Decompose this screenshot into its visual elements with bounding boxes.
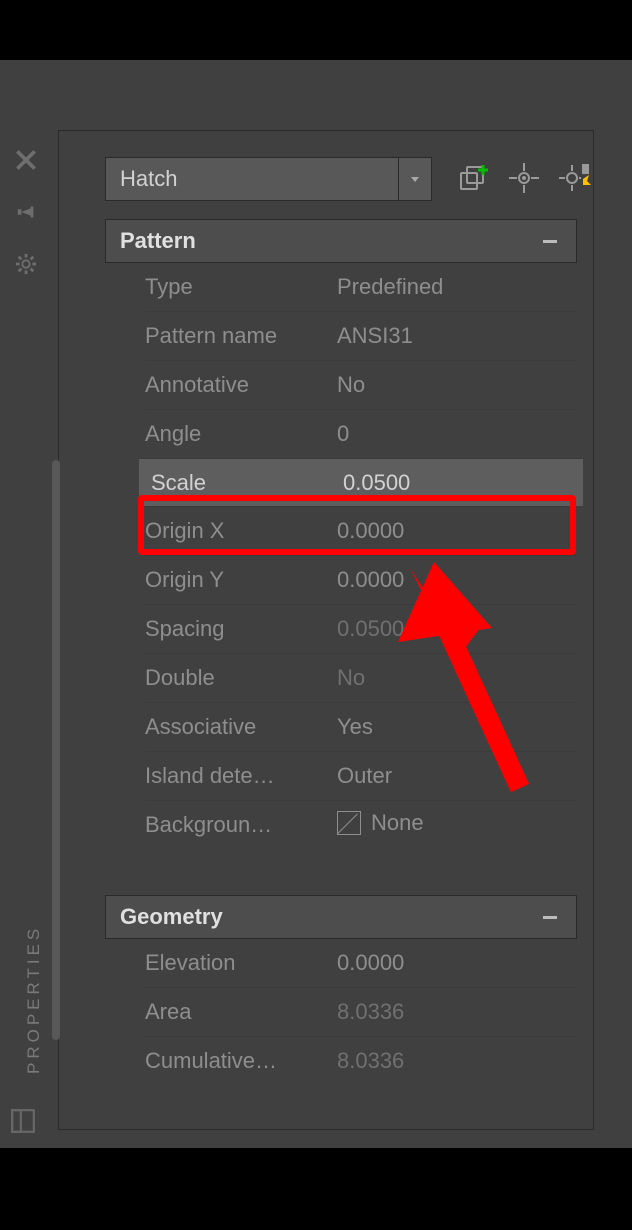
value-associative[interactable]: Yes (337, 714, 577, 740)
label-scale: Scale (145, 470, 343, 496)
row-associative[interactable]: Associative Yes (145, 702, 577, 751)
section-title-geometry: Geometry (120, 904, 223, 930)
properties-dock-icon[interactable] (10, 1108, 36, 1134)
panel-left-tools (12, 146, 44, 278)
value-spacing: 0.0500 (337, 616, 577, 642)
value-double: No (337, 665, 577, 691)
row-background-color[interactable]: Backgroun… None (145, 800, 577, 849)
label-cumulative-area: Cumulative… (145, 1048, 337, 1074)
value-island-detection[interactable]: Outer (337, 763, 577, 789)
background-color-text: None (371, 810, 424, 836)
quick-select-icon[interactable] (555, 159, 593, 197)
label-pattern-name: Pattern name (145, 323, 337, 349)
properties-panel: Hatch (58, 130, 594, 1130)
row-type[interactable]: Type Predefined (145, 263, 577, 311)
row-spacing[interactable]: Spacing 0.0500 (145, 604, 577, 653)
collapse-icon[interactable] (538, 905, 562, 929)
value-origin-y[interactable]: 0.0000 (337, 567, 577, 593)
row-double[interactable]: Double No (145, 653, 577, 702)
row-cumulative-area[interactable]: Cumulative… 8.0336 (145, 1036, 577, 1085)
row-pattern-name[interactable]: Pattern name ANSI31 (145, 311, 577, 360)
label-annotative: Annotative (145, 372, 337, 398)
section-title-pattern: Pattern (120, 228, 196, 254)
value-cumulative-area: 8.0336 (337, 1048, 577, 1074)
row-scale[interactable]: Scale 0.0500 (139, 458, 583, 506)
collapse-icon[interactable] (538, 229, 562, 253)
row-area[interactable]: Area 8.0336 (145, 987, 577, 1036)
dock-title-text: PROPERTIES (24, 925, 44, 1074)
settings-icon[interactable] (12, 250, 40, 278)
value-elevation[interactable]: 0.0000 (337, 950, 577, 976)
object-type-label: Hatch (120, 166, 177, 192)
properties-panel-background: Hatch (0, 60, 632, 1148)
value-annotative[interactable]: No (337, 372, 577, 398)
value-area: 8.0336 (337, 999, 577, 1025)
value-type[interactable]: Predefined (337, 274, 577, 300)
value-origin-x[interactable]: 0.0000 (337, 518, 577, 544)
properties-scrollbar[interactable] (52, 460, 60, 1040)
value-scale[interactable]: 0.0500 (343, 470, 577, 496)
close-icon[interactable] (12, 146, 40, 174)
object-type-dropdown-button[interactable] (398, 157, 432, 201)
label-double: Double (145, 665, 337, 691)
pin-icon[interactable] (12, 198, 40, 226)
row-origin-y[interactable]: Origin Y 0.0000 (145, 555, 577, 604)
toggle-pickadd-icon[interactable] (455, 159, 493, 197)
label-origin-x: Origin X (145, 518, 337, 544)
row-annotative[interactable]: Annotative No (145, 360, 577, 409)
row-island-detection[interactable]: Island dete… Outer (145, 751, 577, 800)
object-type-selector[interactable]: Hatch (105, 157, 399, 201)
row-elevation[interactable]: Elevation 0.0000 (145, 939, 577, 987)
none-swatch-icon (337, 811, 361, 835)
label-spacing: Spacing (145, 616, 337, 642)
label-background-color: Backgroun… (145, 812, 337, 838)
section-header-pattern[interactable]: Pattern (105, 219, 577, 263)
scrollbar-thumb[interactable] (52, 460, 60, 1040)
label-island-detection: Island dete… (145, 763, 337, 789)
label-type: Type (145, 274, 337, 300)
label-elevation: Elevation (145, 950, 337, 976)
value-background-color[interactable]: None (337, 810, 577, 841)
value-angle[interactable]: 0 (337, 421, 577, 447)
row-origin-x[interactable]: Origin X 0.0000 (145, 506, 577, 555)
select-objects-icon[interactable] (505, 159, 543, 197)
row-angle[interactable]: Angle 0 (145, 409, 577, 458)
section-header-geometry[interactable]: Geometry (105, 895, 577, 939)
label-area: Area (145, 999, 337, 1025)
label-angle: Angle (145, 421, 337, 447)
label-origin-y: Origin Y (145, 567, 337, 593)
label-associative: Associative (145, 714, 337, 740)
value-pattern-name[interactable]: ANSI31 (337, 323, 577, 349)
